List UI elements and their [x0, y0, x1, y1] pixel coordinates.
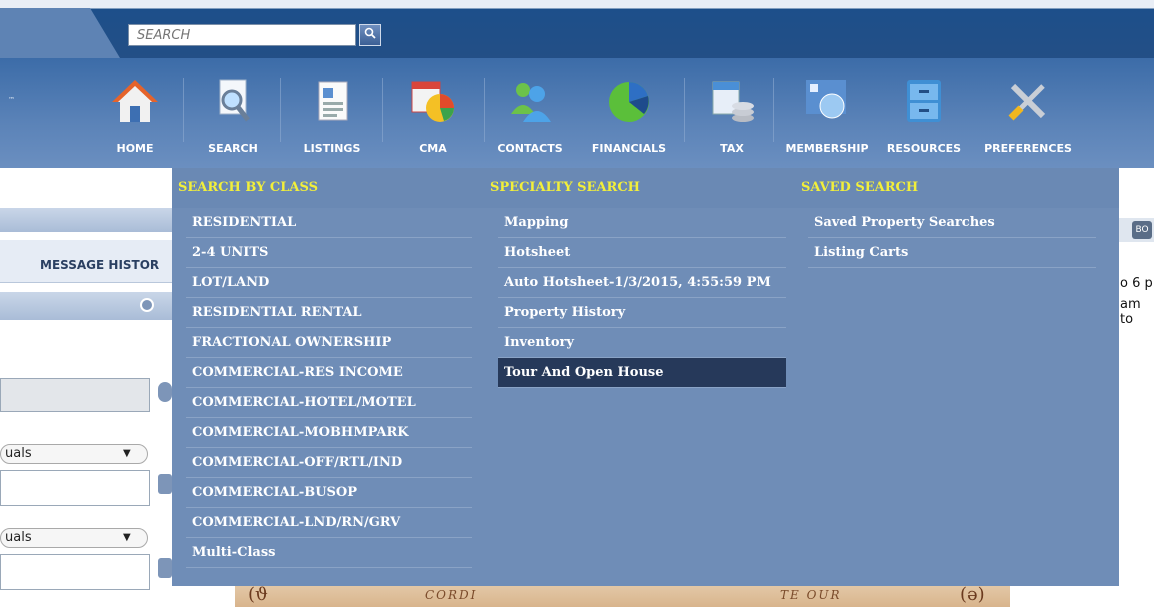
menu-item-residential-rental[interactable]: RESIDENTIAL RENTAL [186, 298, 472, 328]
tools-icon [1003, 76, 1053, 126]
menu-item-inventory[interactable]: Inventory [498, 328, 786, 358]
panel-header [0, 208, 200, 232]
operator-select-2-value: uals [5, 530, 32, 545]
people-icon [505, 76, 555, 126]
menu-item-commercial-busop[interactable]: COMMERCIAL-BUSOP [186, 478, 472, 508]
picker-button-2[interactable] [158, 558, 172, 578]
heading-saved-search: SAVED SEARCH [801, 180, 919, 195]
nav-resources-label: RESOURCES [886, 142, 962, 155]
coins-document-icon [707, 76, 757, 126]
nav-contacts-label: CONTACTS [497, 142, 563, 155]
picker-button-1[interactable] [158, 474, 172, 494]
nav-home[interactable]: HOME [100, 66, 170, 166]
nav-financials-label: FINANCIALS [591, 142, 667, 155]
chevron-down-icon: ▼ [123, 532, 131, 543]
menu-item-auto-hotsheet[interactable]: Auto Hotsheet-1/3/2015, 4:55:59 PM [498, 268, 786, 298]
menu-item-saved-property-searches[interactable]: Saved Property Searches [808, 208, 1096, 238]
banner-ornament-right: (ə) [960, 584, 985, 605]
heading-specialty-search: SPECIALTY SEARCH [490, 180, 640, 195]
menu-item-tour-and-open-house[interactable]: Tour And Open House [498, 358, 786, 388]
panel-subheader [0, 292, 200, 320]
operator-select-2[interactable]: uals ▼ [0, 528, 148, 548]
menu-item-commercial-hotel-motel[interactable]: COMMERCIAL-HOTEL/MOTEL [186, 388, 472, 418]
menu-item-commercial-res-income[interactable]: COMMERCIAL-RES INCOME [186, 358, 472, 388]
nav-cma-label: CMA [419, 142, 447, 155]
menu-item-listing-carts[interactable]: Listing Carts [808, 238, 1096, 268]
menu-item-2-4-units[interactable]: 2-4 UNITS [186, 238, 472, 268]
menu-item-multi-class[interactable]: Multi-Class [186, 538, 472, 568]
menu-item-commercial-off-rtl-ind[interactable]: COMMERCIAL-OFF/RTL/IND [186, 448, 472, 478]
criteria-field[interactable] [0, 378, 150, 412]
network-globe-icon [802, 76, 852, 126]
nav-divider [484, 78, 485, 142]
menu-item-fractional-ownership[interactable]: FRACTIONAL OWNERSHIP [186, 328, 472, 358]
pie-chart-icon [604, 76, 654, 126]
right-toolbar-button[interactable]: BO [1132, 221, 1152, 239]
banner-ornament-left: (ϑ [248, 584, 268, 605]
nav-cma[interactable]: CMA [396, 66, 470, 166]
nav-divider [684, 78, 685, 142]
chevron-down-icon: ▼ [123, 448, 131, 459]
banner-text-right: TE OUR [780, 588, 842, 602]
value-input-1[interactable] [0, 470, 150, 506]
menu-item-hotsheet[interactable]: Hotsheet [498, 238, 786, 268]
right-text-line-1: o 6 p [1120, 276, 1153, 291]
operator-select-1-value: uals [5, 446, 32, 461]
message-history-label: MESSAGE HISTOR [40, 258, 160, 272]
document-list-icon [307, 76, 357, 126]
nav-preferences[interactable]: PREFERENCES [974, 66, 1082, 166]
menu-item-mapping[interactable]: Mapping [498, 208, 786, 238]
nav-divider [280, 78, 281, 142]
banner-text-left: CORDI [425, 588, 478, 602]
nav-contacts[interactable]: CONTACTS [490, 66, 570, 166]
menu-item-commercial-lnd-rn-grv[interactable]: COMMERCIAL-LND/RN/GRV [186, 508, 472, 538]
nav-divider [773, 78, 774, 142]
nav-tax[interactable]: TAX [700, 66, 764, 166]
refresh-icon[interactable] [140, 298, 154, 312]
nav-search[interactable]: SEARCH [196, 66, 270, 166]
menu-item-commercial-mobhmpark[interactable]: COMMERCIAL-MOBHMPARK [186, 418, 472, 448]
value-input-2[interactable] [0, 554, 150, 590]
search-button[interactable] [359, 24, 381, 46]
nav-membership[interactable]: MEMBERSHIP [778, 66, 876, 166]
right-text-line-2: am to [1120, 297, 1141, 327]
magnifier-icon [364, 27, 376, 42]
nav-resources[interactable]: RESOURCES [880, 66, 968, 166]
menu-item-lot-land[interactable]: LOT/LAND [186, 268, 472, 298]
menu-item-residential[interactable]: RESIDENTIAL [186, 208, 472, 238]
menu-item-property-history[interactable]: Property History [498, 298, 786, 328]
nav-divider [382, 78, 383, 142]
chart-calendar-icon [408, 76, 458, 126]
nav-tax-label: TAX [720, 142, 744, 155]
nav-search-label: SEARCH [208, 142, 258, 155]
nav-home-label: HOME [116, 142, 154, 155]
nav-preferences-label: PREFERENCES [984, 142, 1072, 155]
magnifier-document-icon [208, 76, 258, 126]
file-cabinet-icon [899, 76, 949, 126]
search-input[interactable] [128, 24, 356, 46]
nav-divider [183, 78, 184, 142]
trademark-mark: ™ [8, 96, 15, 104]
nav-financials[interactable]: FINANCIALS [582, 66, 676, 166]
heading-search-by-class: SEARCH BY CLASS [178, 180, 318, 195]
nav-listings-label: LISTINGS [303, 142, 361, 155]
operator-select-1[interactable]: uals ▼ [0, 444, 148, 464]
nav-membership-label: MEMBERSHIP [785, 142, 869, 155]
nav-listings[interactable]: LISTINGS [290, 66, 374, 166]
house-icon [110, 76, 160, 126]
lookup-button[interactable] [158, 382, 172, 402]
